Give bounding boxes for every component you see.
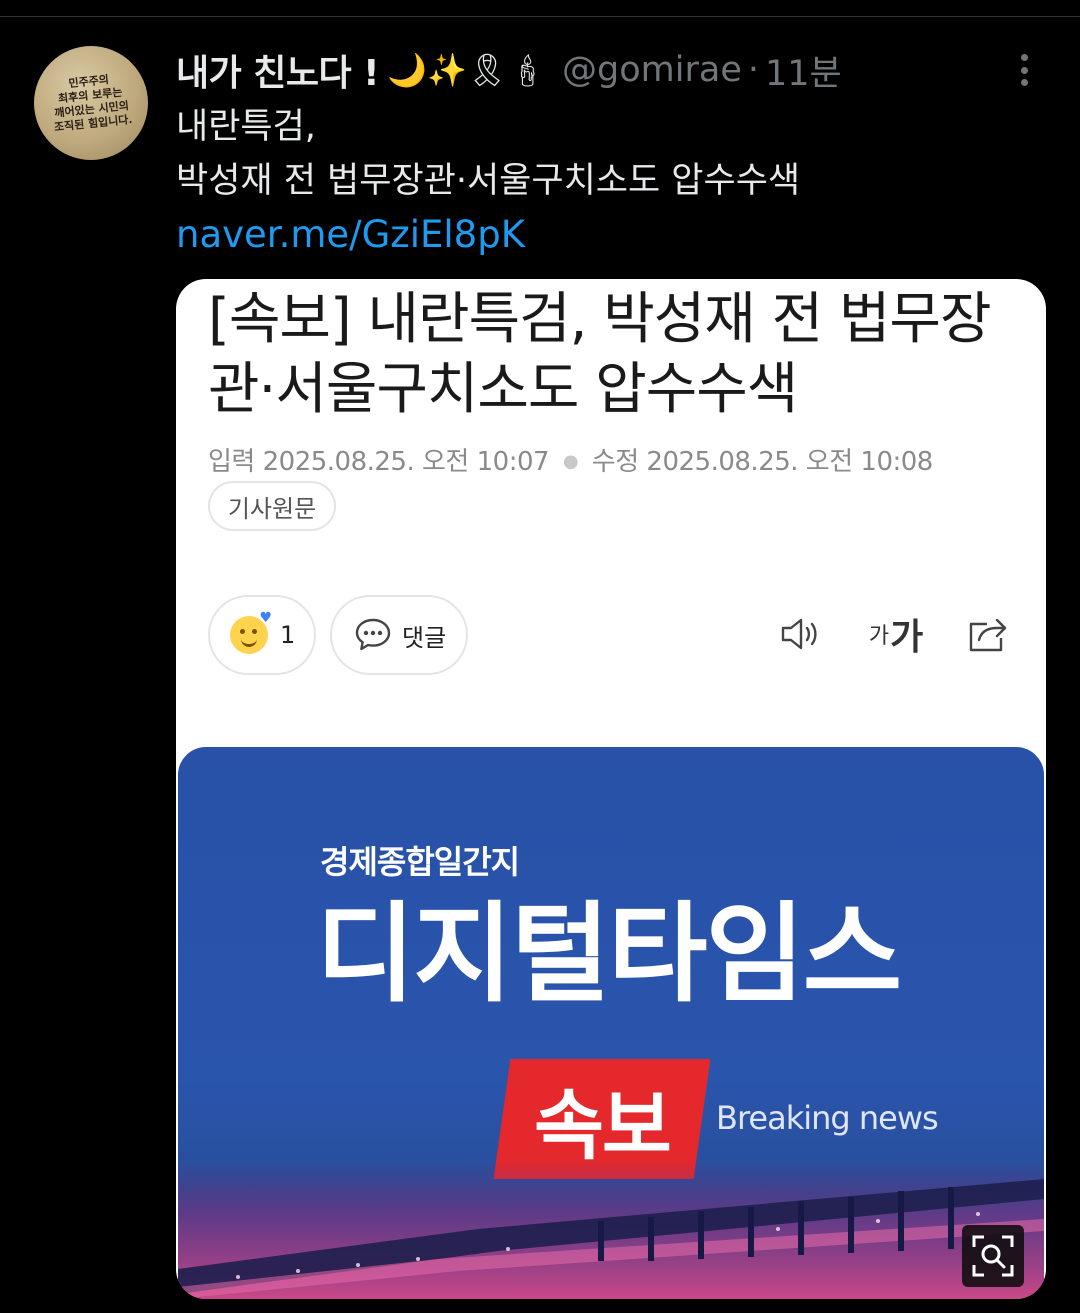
comment-button[interactable]: 댓글 — [330, 595, 468, 675]
input-date: 2025.08.25. 오전 10:07 — [262, 447, 550, 477]
speaker-icon[interactable] — [778, 611, 824, 657]
tweet-header: 내가 친노다 ! 🌙✨🎗🕯 @gomirae · 11분 — [176, 46, 842, 94]
avatar[interactable]: 민주주의 최후의 보루는 깨어있는 시민의 조직된 힘입니다. — [34, 46, 148, 160]
name-emojis: 🌙✨🎗🕯 — [387, 51, 549, 89]
font-small-label: 가 — [868, 624, 890, 649]
avatar-lettering: 민주주의 최후의 보루는 깨어있는 시민의 조직된 힘입니다. — [42, 62, 139, 143]
font-big-label: 가 — [890, 617, 924, 658]
article-headline: [속보] 내란특검, 박성재 전 법무장 관·서울구치소도 압수수색 — [208, 285, 1018, 425]
original-article-button[interactable]: 기사원문 — [208, 481, 336, 531]
input-label: 입력 — [208, 447, 255, 477]
headline-line2: 관·서울구치소도 압수수색 — [208, 357, 798, 422]
font-size-icon[interactable]: 가가 — [866, 611, 926, 658]
comment-label: 댓글 — [402, 623, 447, 652]
tweet-text-line1: 내란특검, — [176, 107, 316, 147]
zoom-search-icon[interactable] — [962, 1225, 1024, 1287]
smiley-reaction-icon: ♥ — [230, 610, 272, 654]
separator-dot: · — [747, 50, 759, 90]
tweet-text: 내란특검, 박성재 전 법무장관·서울구치소도 압수수색 — [176, 100, 800, 208]
link-preview-card[interactable]: [속보] 내란특검, 박성재 전 법무장 관·서울구치소도 압수수색 입력 20… — [176, 279, 1046, 1299]
edit-date: 2025.08.25. 오전 10:08 — [646, 447, 933, 477]
banner-title: 디지털타임스 — [316, 892, 902, 1017]
comment-bubble-icon — [354, 617, 392, 653]
share-icon[interactable] — [964, 611, 1010, 657]
article-banner-image[interactable]: 경제종합일간지 디지털타임스 속보 Breaking news — [178, 747, 1044, 1299]
tweet-text-line2: 박성재 전 법무장관·서울구치소도 압수수색 — [176, 161, 801, 201]
date-separator-dot: ● — [562, 451, 579, 472]
tweet-link[interactable]: naver.me/GziEl8pK — [176, 208, 525, 262]
city-bridge-graphic — [178, 1159, 1044, 1299]
reaction-button[interactable]: ♥ 1 — [208, 595, 316, 675]
user-handle[interactable]: @gomirae — [562, 50, 742, 90]
top-divider — [0, 16, 1080, 17]
breaking-news-english: Breaking news — [716, 1099, 939, 1137]
edit-label: 수정 — [591, 447, 639, 477]
article-dates: 입력 2025.08.25. 오전 10:07 ● 수정 2025.08.25.… — [208, 441, 933, 478]
banner-subtitle: 경제종합일간지 — [320, 843, 520, 881]
original-article-label: 기사원문 — [227, 494, 317, 523]
headline-line1: [속보] 내란특검, 박성재 전 법무장 — [208, 287, 991, 352]
display-name[interactable]: 내가 친노다 ! — [176, 44, 380, 96]
more-vertical-icon[interactable] — [1008, 52, 1040, 88]
reaction-count: 1 — [280, 621, 296, 649]
tweet-time[interactable]: 11분 — [765, 45, 842, 96]
breaking-badge-text: 속보 — [534, 1081, 670, 1170]
